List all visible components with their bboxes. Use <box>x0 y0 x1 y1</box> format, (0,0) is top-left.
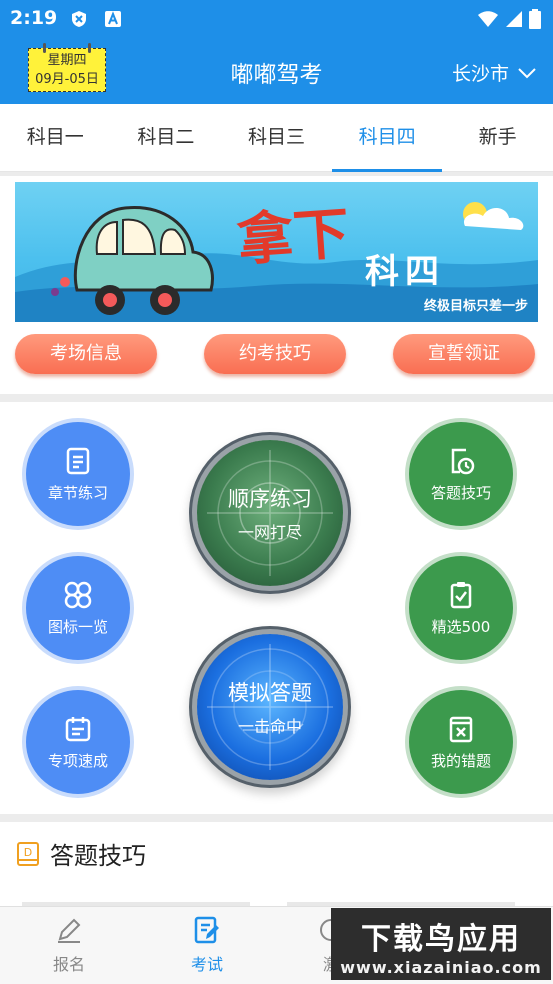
city-label: 长沙市 <box>451 63 509 85</box>
chapter-practice-button[interactable]: 章节练习 <box>26 422 130 526</box>
icons-overview-button[interactable]: 图标一览 <box>26 556 130 660</box>
tips-section: D 答题技巧 <box>0 822 553 912</box>
banner-headline: 拿下 <box>235 200 352 274</box>
sequential-practice-button[interactable]: 顺序练习 一网打尽 <box>197 440 343 586</box>
error-book-icon <box>449 716 473 742</box>
special-practice-label: 专项速成 <box>47 751 108 770</box>
banner-subject: 科四 <box>365 252 445 292</box>
tab-subject-2[interactable]: 科目二 <box>111 104 222 171</box>
app-header: 星期四 09月-05日 嘟嘟驾考 长沙市 <box>0 38 553 104</box>
clock-document-icon <box>451 448 475 474</box>
tab-subject-3[interactable]: 科目三 <box>221 104 332 171</box>
svg-text:D: D <box>24 846 32 859</box>
edit-document-icon <box>194 916 219 944</box>
icons-overview-label: 图标一览 <box>47 617 108 636</box>
exam-site-info-button[interactable]: 考场信息 <box>15 334 157 374</box>
banner-section: 拿下 科四 终极目标只差一步 考场信息 约考技巧 宣誓领证 <box>0 176 553 394</box>
status-indicators <box>477 9 541 29</box>
watermark-url: www.xiazainiao.com <box>340 958 542 977</box>
special-practice-button[interactable]: 专项速成 <box>26 690 130 794</box>
subject-tabs: 科目一 科目二 科目三 科目四 新手 <box>0 104 553 172</box>
mock-exam-button[interactable]: 模拟答题 一击命中 <box>197 634 343 780</box>
chapter-practice-label: 章节练习 <box>47 483 108 502</box>
wifi-icon <box>478 11 498 27</box>
document-icon <box>66 447 90 474</box>
tab-subject-4[interactable]: 科目四 <box>331 104 443 172</box>
tab-novice[interactable]: 新手 <box>442 104 553 171</box>
answer-tips-button[interactable]: 答题技巧 <box>409 422 513 526</box>
book-icon: D <box>17 841 39 866</box>
tips-title: 答题技巧 <box>50 842 146 870</box>
clipboard-icon <box>450 581 472 608</box>
clover-icon <box>64 581 92 608</box>
status-bar: 2:19 <box>0 0 553 38</box>
signal-icon <box>506 11 522 27</box>
practice-grid: 章节练习 图标一览 专项速成 答题技巧 精选500 我的错题 顺序练习 一网打尽 <box>0 402 553 814</box>
watermark-logo: 下载鸟应用 www.xiazainiao.com <box>331 908 551 980</box>
answer-tips-label: 答题技巧 <box>430 483 491 502</box>
target-icon <box>207 644 333 770</box>
status-time: 2:19 <box>10 7 58 29</box>
booking-tips-button[interactable]: 约考技巧 <box>204 334 346 374</box>
mock-exam-subtitle: 一击命中 <box>237 717 302 736</box>
watermark-title: 下载鸟应用 <box>361 922 521 957</box>
nav-exam[interactable]: 考试 <box>162 915 252 975</box>
oath-license-button[interactable]: 宣誓领证 <box>393 334 535 374</box>
calendar-icon <box>65 716 91 741</box>
selected-500-button[interactable]: 精选500 <box>409 556 513 660</box>
selected-500-label: 精选500 <box>431 617 491 636</box>
pen-icon <box>58 918 81 943</box>
font-a-icon <box>105 11 121 27</box>
mock-exam-title: 模拟答题 <box>228 681 312 705</box>
shield-icon <box>72 11 86 27</box>
nav-signup-label: 报名 <box>52 955 85 974</box>
promo-banner[interactable]: 拿下 科四 终极目标只差一步 <box>15 182 538 322</box>
tips-header: D 答题技巧 <box>16 836 146 871</box>
sequential-practice-title: 顺序练习 <box>228 487 312 511</box>
radar-icon <box>207 450 333 576</box>
nav-signup[interactable]: 报名 <box>24 915 114 975</box>
tab-subject-1[interactable]: 科目一 <box>0 104 111 171</box>
chevron-down-icon <box>518 67 536 78</box>
banner-slogan: 终极目标只差一步 <box>423 299 528 314</box>
nav-exam-label: 考试 <box>190 955 223 974</box>
battery-icon <box>529 9 541 29</box>
sequential-practice-subtitle: 一网打尽 <box>237 523 302 542</box>
my-mistakes-button[interactable]: 我的错题 <box>409 690 513 794</box>
city-selector[interactable]: 长沙市 <box>452 59 537 86</box>
my-mistakes-label: 我的错题 <box>430 751 491 770</box>
